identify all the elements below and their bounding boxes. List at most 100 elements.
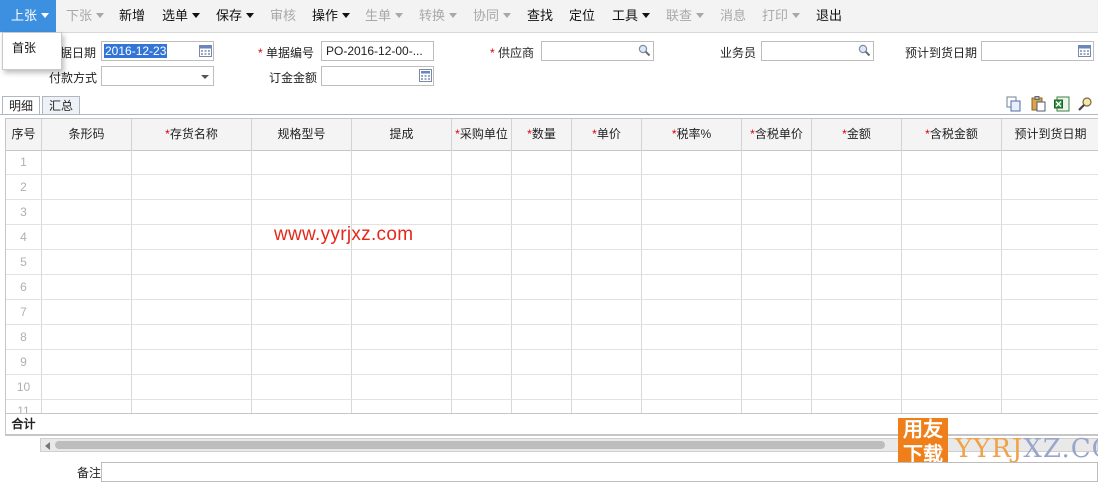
column-header[interactable]: 提成 — [352, 119, 452, 150]
column-header[interactable]: *金额 — [812, 119, 902, 150]
next-button[interactable]: 下张 — [66, 0, 105, 32]
date-field[interactable]: 2016-12-23 — [101, 41, 214, 61]
convert-button[interactable]: 转换 — [419, 0, 458, 32]
find-button[interactable]: 查找 — [527, 0, 553, 32]
row-number: 5 — [20, 255, 27, 269]
calendar-icon[interactable] — [199, 44, 212, 57]
scroll-left-icon[interactable] — [45, 442, 50, 450]
expected-date-label: 预计到货日期 — [905, 46, 978, 60]
row-number: 6 — [20, 280, 27, 294]
watermark-url: www.yyrjxz.com — [274, 224, 414, 245]
search-icon[interactable] — [638, 44, 651, 57]
table-row[interactable]: 1 — [6, 150, 1098, 175]
prev-dropdown-menu: 首张 — [2, 32, 62, 70]
date-value: 2016-12-23 — [104, 44, 168, 58]
column-header[interactable]: *含税单价 — [742, 119, 812, 150]
paste-icon[interactable] — [1030, 96, 1046, 112]
chevron-down-icon — [449, 13, 458, 19]
row-number: 4 — [20, 230, 27, 244]
table-row[interactable]: 8 — [6, 325, 1098, 350]
column-header[interactable]: 序号 — [6, 119, 42, 150]
doc-no-field[interactable]: PO-2016-12-00-... — [321, 41, 434, 61]
tools-button[interactable]: 工具 — [612, 0, 651, 32]
linked-query-button[interactable]: 联查 — [666, 0, 705, 32]
export-excel-icon[interactable] — [1054, 96, 1070, 112]
menu-item-first[interactable]: 首张 — [12, 39, 36, 56]
chevron-down-icon — [642, 13, 651, 19]
doc-no-label: * 单据编号 — [258, 46, 315, 60]
table-row[interactable]: 6 — [6, 275, 1098, 300]
generate-button[interactable]: 生单 — [365, 0, 404, 32]
date-label: 据日期 — [60, 46, 97, 60]
chevron-down-icon — [41, 13, 50, 19]
table-row[interactable]: 9 — [6, 350, 1098, 375]
table-row[interactable]: 3 — [6, 200, 1098, 225]
toolbar: 上张 下张 新增 选单 保存 审核 操作 生单 转换 协同 查找 定位 工具 联… — [0, 0, 1098, 33]
select-bill-button[interactable]: 选单 — [162, 0, 201, 32]
row-number: 2 — [20, 180, 27, 194]
table-row[interactable]: 10 — [6, 375, 1098, 400]
table-row[interactable]: 4 — [6, 225, 1098, 250]
column-header[interactable]: *采购单位 — [452, 119, 512, 150]
column-header[interactable]: *税率% — [642, 119, 742, 150]
table-row[interactable]: 5 — [6, 250, 1098, 275]
save-button[interactable]: 保存 — [216, 0, 255, 32]
memo-field[interactable] — [101, 462, 1098, 482]
chevron-down-icon — [192, 13, 201, 19]
search-icon[interactable] — [858, 44, 871, 57]
search-icon[interactable] — [1077, 96, 1093, 112]
column-header[interactable]: 规格型号 — [252, 119, 352, 150]
deposit-label: 订金金额 — [269, 71, 318, 85]
tab-detail[interactable]: 明细 — [2, 96, 41, 115]
tab-summary[interactable]: 汇总 — [42, 96, 81, 115]
table-row[interactable]: 2 — [6, 175, 1098, 200]
column-header[interactable]: *单价 — [572, 119, 642, 150]
message-button[interactable]: 消息 — [720, 0, 746, 32]
chevron-down-icon — [246, 13, 255, 19]
scrollbar-thumb[interactable] — [55, 441, 885, 449]
row-number: 10 — [16, 380, 31, 394]
exit-button[interactable]: 退出 — [816, 0, 842, 32]
chevron-down-icon — [395, 13, 404, 19]
watermark-brand: YYRJXZ.COM — [955, 434, 1098, 464]
row-number: 8 — [20, 330, 27, 344]
column-header[interactable]: *含税金额 — [902, 119, 1002, 150]
memo-label: 备注 — [77, 466, 102, 480]
supplier-label: * 供应商 — [490, 46, 535, 60]
calculator-icon[interactable] — [419, 69, 432, 82]
logo-text-top: 用友 — [903, 419, 943, 441]
operate-button[interactable]: 操作 — [312, 0, 351, 32]
tab-divider — [0, 114, 1098, 115]
collaborate-button[interactable]: 协同 — [473, 0, 512, 32]
row-number: 1 — [20, 155, 27, 169]
chevron-down-icon[interactable] — [201, 75, 209, 79]
payment-select[interactable] — [101, 66, 214, 86]
row-number: 3 — [20, 205, 27, 219]
calendar-icon[interactable] — [1078, 44, 1091, 57]
table-row[interactable]: 11 — [6, 400, 1098, 418]
column-header[interactable]: *存货名称 — [132, 119, 252, 150]
total-label: 合计 — [11, 417, 36, 431]
chevron-down-icon — [696, 13, 705, 19]
grid-header: 序号 条形码 *存货名称 规格型号 提成 *采购单位 *数量 *单价 *税率% … — [6, 119, 1098, 151]
column-header[interactable]: 条形码 — [42, 119, 132, 150]
copy-icon[interactable] — [1006, 96, 1022, 112]
detail-grid: 序号 条形码 *存货名称 规格型号 提成 *采购单位 *数量 *单价 *税率% … — [5, 118, 1098, 436]
row-number: 9 — [20, 355, 27, 369]
locate-button[interactable]: 定位 — [569, 0, 595, 32]
column-header[interactable]: 预计到货日期 — [1002, 119, 1098, 150]
chevron-down-icon — [342, 13, 351, 19]
row-number: 7 — [20, 305, 27, 319]
new-button[interactable]: 新增 — [119, 0, 145, 32]
prev-button[interactable]: 上张 — [0, 0, 56, 32]
audit-button[interactable]: 审核 — [270, 0, 296, 32]
table-row[interactable]: 7 — [6, 300, 1098, 325]
chevron-down-icon — [792, 13, 801, 19]
column-header[interactable]: *数量 — [512, 119, 572, 150]
payment-label: 付款方式 — [49, 71, 98, 85]
print-button[interactable]: 打印 — [762, 0, 801, 32]
salesman-label: 业务员 — [720, 46, 757, 60]
chevron-down-icon — [96, 13, 105, 19]
deposit-field[interactable] — [321, 66, 434, 86]
chevron-down-icon — [503, 13, 512, 19]
